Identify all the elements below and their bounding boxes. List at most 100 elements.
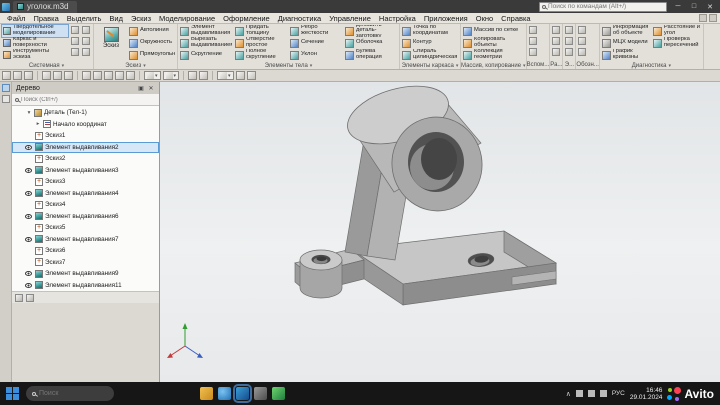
- menu-drawing[interactable]: Оформление: [219, 13, 274, 24]
- tree-search[interactable]: [12, 94, 159, 106]
- menu-view[interactable]: Вид: [105, 13, 127, 24]
- draft-button[interactable]: Уклон: [290, 49, 342, 61]
- tree-settings-icon[interactable]: [26, 293, 34, 302]
- collapse-arrow-icon[interactable]: ▾: [26, 110, 32, 116]
- rectangle-button[interactable]: Прямоугольник: [129, 49, 175, 61]
- messenger-app-icon[interactable]: [272, 387, 285, 400]
- group-label-diagnostics[interactable]: Диагностика ▾: [600, 62, 703, 69]
- battery-icon[interactable]: [599, 390, 607, 397]
- refresh-icon[interactable]: [64, 71, 73, 80]
- group-label-frame[interactable]: Элементы каркаса ▾: [400, 62, 460, 69]
- tree-item[interactable]: Эскиз7: [12, 257, 159, 269]
- aux-point-icon[interactable]: [528, 48, 537, 56]
- display-mode-dropdown[interactable]: ▾: [162, 71, 180, 80]
- tree-filter-icon[interactable]: [15, 293, 23, 302]
- menu-settings[interactable]: Настройка: [375, 13, 420, 24]
- document-tab[interactable]: уголок.m3d: [13, 0, 77, 13]
- print-icon[interactable]: [24, 71, 33, 80]
- tree-root-part[interactable]: ▾ Деталь (Тел-1): [12, 107, 159, 119]
- object-info-button[interactable]: Информация об объекте: [601, 25, 650, 37]
- selection-filter-icon[interactable]: [246, 71, 256, 80]
- copy-objects-button[interactable]: Копировать объекты: [463, 37, 519, 49]
- zoom-area-icon[interactable]: [115, 71, 124, 80]
- tree-item[interactable]: Элемент выдавливания11: [12, 280, 159, 292]
- section-button[interactable]: Сечение: [290, 37, 342, 49]
- add-stock-part-button[interactable]: Добавить деталь-заготовку: [345, 25, 397, 37]
- visibility-eye-icon[interactable]: [25, 213, 32, 219]
- file-explorer-icon[interactable]: [200, 387, 213, 400]
- visibility-eye-icon[interactable]: [25, 144, 32, 150]
- account-icon[interactable]: [709, 14, 717, 22]
- tree-item[interactable]: Элемент выдавливания6: [12, 211, 159, 223]
- refresh-icon[interactable]: [82, 48, 90, 56]
- contour-button[interactable]: Контур: [402, 37, 458, 49]
- visibility-eye-icon[interactable]: [25, 271, 32, 277]
- shell-button[interactable]: Оболочка: [345, 37, 397, 49]
- mass-properties-button[interactable]: МЦХ модели: [601, 37, 650, 49]
- full-fillet-button[interactable]: Полное скругление: [235, 49, 287, 61]
- minimize-button[interactable]: ─: [670, 1, 686, 13]
- sketch-button[interactable]: Эскиз: [96, 25, 126, 49]
- group-label-array[interactable]: Массив, копирование ▾: [461, 62, 526, 69]
- distance-angle-button[interactable]: Расстояние и угол: [652, 25, 701, 37]
- menu-management[interactable]: Управление: [325, 13, 375, 24]
- paste-icon[interactable]: [71, 37, 79, 45]
- pan-icon[interactable]: [82, 71, 91, 80]
- start-button[interactable]: [6, 386, 20, 401]
- kompas-app-icon[interactable]: [233, 384, 252, 403]
- annotation-icon[interactable]: [565, 26, 574, 34]
- marker-icon[interactable]: [552, 48, 561, 56]
- menu-file[interactable]: Файл: [3, 13, 29, 24]
- text-icon[interactable]: [565, 48, 574, 56]
- close-button[interactable]: ✕: [702, 1, 718, 13]
- tree-item[interactable]: Эскиз5: [12, 222, 159, 234]
- orientation-dropdown[interactable]: ▾: [144, 71, 161, 80]
- copy-icon[interactable]: [82, 26, 90, 34]
- fillet-button[interactable]: Скругление: [180, 49, 232, 61]
- simple-hole-button[interactable]: Отверстие простое: [235, 37, 287, 49]
- dimension-icon[interactable]: [552, 26, 561, 34]
- visibility-eye-icon[interactable]: [25, 190, 32, 196]
- menu-window[interactable]: Окно: [472, 13, 497, 24]
- tree-item-selected[interactable]: Элемент выдавливания2: [12, 141, 159, 153]
- command-search[interactable]: [539, 1, 667, 12]
- save-icon[interactable]: [13, 71, 22, 80]
- visibility-eye-icon[interactable]: [25, 282, 32, 288]
- layers-panel-tab[interactable]: [1, 95, 10, 103]
- interference-check-button[interactable]: Проверка пересечений: [652, 37, 701, 49]
- grid-icon[interactable]: [235, 71, 245, 80]
- viewport-3d[interactable]: [160, 82, 720, 382]
- hide-objects-icon[interactable]: [188, 71, 198, 80]
- close-panel-icon[interactable]: ✕: [147, 85, 155, 92]
- browser-icon[interactable]: [218, 387, 231, 400]
- designation-icon[interactable]: [578, 26, 587, 34]
- settings-app-icon[interactable]: [254, 387, 267, 400]
- volume-icon[interactable]: [575, 390, 583, 397]
- tray-expand-icon[interactable]: ∧: [566, 390, 571, 398]
- tree-item[interactable]: Эскиз3: [12, 176, 159, 188]
- menu-diagnostics[interactable]: Диагностика: [274, 13, 325, 24]
- redo-icon[interactable]: [71, 48, 79, 56]
- tree-item[interactable]: Элемент выдавливания3: [12, 165, 159, 177]
- group-label-aux4[interactable]: Обозн...: [576, 60, 598, 69]
- grid-pattern-button[interactable]: Массив по сетке: [463, 25, 519, 37]
- point-by-coords-button[interactable]: Точка по координатам: [402, 25, 458, 37]
- roughness-icon[interactable]: [578, 37, 587, 45]
- mode-solid-modeling[interactable]: Твердотельное моделирование: [1, 24, 69, 38]
- undo-icon[interactable]: [82, 37, 90, 45]
- group-label-aux1[interactable]: Вспом...: [527, 60, 550, 69]
- tree-item[interactable]: Элемент выдавливания4: [12, 188, 159, 200]
- thicken-button[interactable]: Придать толщину: [235, 25, 287, 37]
- language-indicator[interactable]: РУС: [612, 390, 625, 397]
- open-icon[interactable]: [2, 71, 11, 80]
- autoline-button[interactable]: Автолиния: [129, 25, 175, 37]
- taskbar-search[interactable]: [26, 386, 114, 401]
- tree-origin[interactable]: ▸ Начало координат: [12, 119, 159, 131]
- help-icon[interactable]: [699, 14, 707, 22]
- circle-button[interactable]: Окружность: [129, 37, 175, 49]
- rib-button[interactable]: Ребро жесткости: [290, 25, 342, 37]
- section-view-icon[interactable]: [199, 71, 209, 80]
- group-label-system[interactable]: Системная ▾: [0, 62, 93, 69]
- curvature-graph-button[interactable]: График кривизны: [601, 49, 650, 61]
- mode-sketch-tools[interactable]: Инструменты эскиза: [2, 49, 68, 61]
